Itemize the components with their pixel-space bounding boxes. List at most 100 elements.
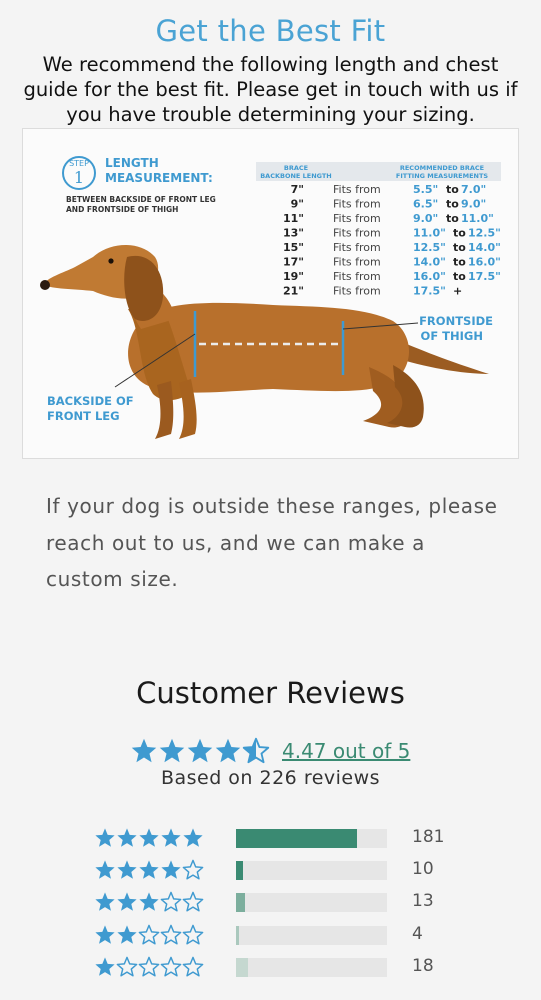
rating-row-1-star[interactable]: 18	[94, 956, 434, 978]
star-empty-icon	[182, 924, 204, 946]
fits-from-label: Fits from	[333, 227, 381, 240]
star-filled-icon	[94, 891, 116, 913]
rating-row-2-star[interactable]: 4	[94, 924, 423, 946]
star-empty-icon	[138, 956, 160, 978]
star-filled-icon	[160, 827, 182, 849]
brace-length: 19"	[283, 270, 304, 283]
star-empty-icon	[160, 924, 182, 946]
fit-min: 12.5"	[413, 241, 446, 254]
backside-label-line2: FRONT LEG	[47, 409, 120, 423]
fits-from-label: Fits from	[333, 198, 381, 211]
star-filled-icon	[214, 737, 242, 765]
star-filled-icon	[138, 827, 160, 849]
fit-section-title: Get the Best Fit	[155, 14, 386, 48]
brace-length: 17"	[283, 256, 304, 269]
fit-to: to	[446, 183, 459, 196]
step-badge: STEP 1	[62, 156, 96, 190]
rating-row-4-star[interactable]: 10	[94, 859, 434, 881]
star-filled-icon	[116, 924, 138, 946]
rating-bar-track	[236, 957, 387, 977]
size-row: 19" Fits from 16.0" to 17.5"	[283, 270, 501, 283]
star-filled-icon	[116, 891, 138, 913]
sizing-guide-graphic: STEP 1 LENGTH MEASUREMENT: BETWEEN BACKS…	[40, 156, 501, 439]
star-filled-icon	[138, 891, 160, 913]
fit-min: 14.0"	[413, 256, 446, 269]
rating-bar-fill	[236, 829, 357, 848]
brace-length: 9"	[291, 198, 304, 211]
average-rating-stars	[130, 737, 270, 765]
fit-section-intro: We recommend the following length and ch…	[23, 53, 518, 126]
star-empty-icon	[116, 956, 138, 978]
fit-to: to	[446, 198, 459, 211]
fit-to: to	[446, 212, 459, 225]
rating-bar-track	[236, 893, 387, 913]
rating-row-stars	[94, 827, 206, 849]
star-filled-icon	[94, 859, 116, 881]
custom-size-note: If your dog is outside these ranges, ple…	[46, 494, 498, 591]
brace-length: 13"	[283, 227, 304, 240]
fits-from-label: Fits from	[333, 256, 381, 269]
star-half-icon	[242, 737, 270, 765]
fit-min: 5.5"	[413, 183, 438, 196]
fits-from-label: Fits from	[333, 183, 381, 196]
backside-label-line1: BACKSIDE OF	[47, 394, 134, 408]
sizing-guide-image: STEP 1 LENGTH MEASUREMENT: BETWEEN BACKS…	[22, 128, 519, 459]
fit-min: 17.5"	[413, 285, 446, 298]
star-empty-icon	[182, 956, 204, 978]
star-empty-icon	[160, 956, 182, 978]
frontside-label-line2: OF THIGH	[421, 329, 483, 343]
fit-max: 12.5"	[468, 227, 501, 240]
star-empty-icon	[138, 924, 160, 946]
average-rating-link[interactable]: 4.47 out of 5	[282, 739, 410, 763]
fit-to: to	[453, 241, 466, 254]
star-empty-icon	[182, 859, 204, 881]
star-filled-icon	[94, 827, 116, 849]
rating-bar-fill	[236, 861, 243, 881]
step-number: 1	[74, 168, 84, 187]
rating-row-3-star[interactable]: 13	[94, 891, 434, 913]
step-word: STEP	[69, 159, 89, 168]
size-row: 15" Fits from 12.5" to 14.0"	[283, 241, 501, 254]
star-filled-icon	[186, 737, 214, 765]
col1-header-line2: BACKBONE LENGTH	[260, 172, 332, 180]
rating-bar-track	[236, 861, 387, 881]
rating-count: 18	[412, 955, 434, 976]
brace-length: 21"	[283, 285, 304, 298]
brace-length: 15"	[283, 241, 304, 254]
brace-length: 7"	[291, 183, 304, 196]
brace-length: 11"	[283, 212, 304, 225]
rating-bar-fill	[236, 925, 239, 945]
col1-header-line1: BRACE	[284, 164, 308, 172]
size-row: 7" Fits from 5.5" to 7.0"	[291, 183, 487, 196]
star-filled-icon	[130, 737, 158, 765]
guide-subheading-line1: BETWEEN BACKSIDE OF FRONT LEG	[66, 195, 216, 204]
fits-from-label: Fits from	[333, 212, 381, 225]
fit-max: 11.0"	[461, 212, 494, 225]
size-row: 9" Fits from 6.5" to 9.0"	[291, 198, 487, 211]
guide-heading-line2: MEASUREMENT:	[105, 171, 213, 185]
rating-row-stars	[94, 891, 206, 913]
size-row: 21" Fits from 17.5" +	[283, 285, 462, 298]
star-filled-icon	[116, 827, 138, 849]
star-filled-icon	[182, 827, 204, 849]
size-row: 11" Fits from 9.0" to 11.0"	[283, 212, 494, 225]
size-row: 13" Fits from 11.0" to 12.5"	[283, 227, 501, 240]
fit-min: 11.0"	[413, 227, 446, 240]
frontside-label-line1: FRONTSIDE	[419, 314, 493, 328]
fit-max: 7.0"	[461, 183, 486, 196]
fit-max: 16.0"	[468, 256, 501, 269]
fit-to: to	[453, 227, 466, 240]
col2-header-line1: RECOMMENDED BRACE	[400, 164, 484, 172]
fit-min: 9.0"	[413, 212, 438, 225]
star-empty-icon	[182, 891, 204, 913]
star-filled-icon	[94, 924, 116, 946]
fit-to: to	[453, 256, 466, 269]
star-empty-icon	[160, 891, 182, 913]
size-table-rows: 7" Fits from 5.5" to 7.0"9" Fits from 6.5" to 9.…	[283, 183, 501, 298]
col2-header-line2: FITTING MEASUREMENTS	[396, 172, 488, 180]
rating-row-5-star[interactable]: 181	[94, 827, 444, 849]
customer-reviews-title: Customer Reviews	[136, 676, 405, 710]
fit-max: 14.0"	[468, 241, 501, 254]
star-filled-icon	[158, 737, 186, 765]
rating-row-stars	[94, 924, 206, 946]
